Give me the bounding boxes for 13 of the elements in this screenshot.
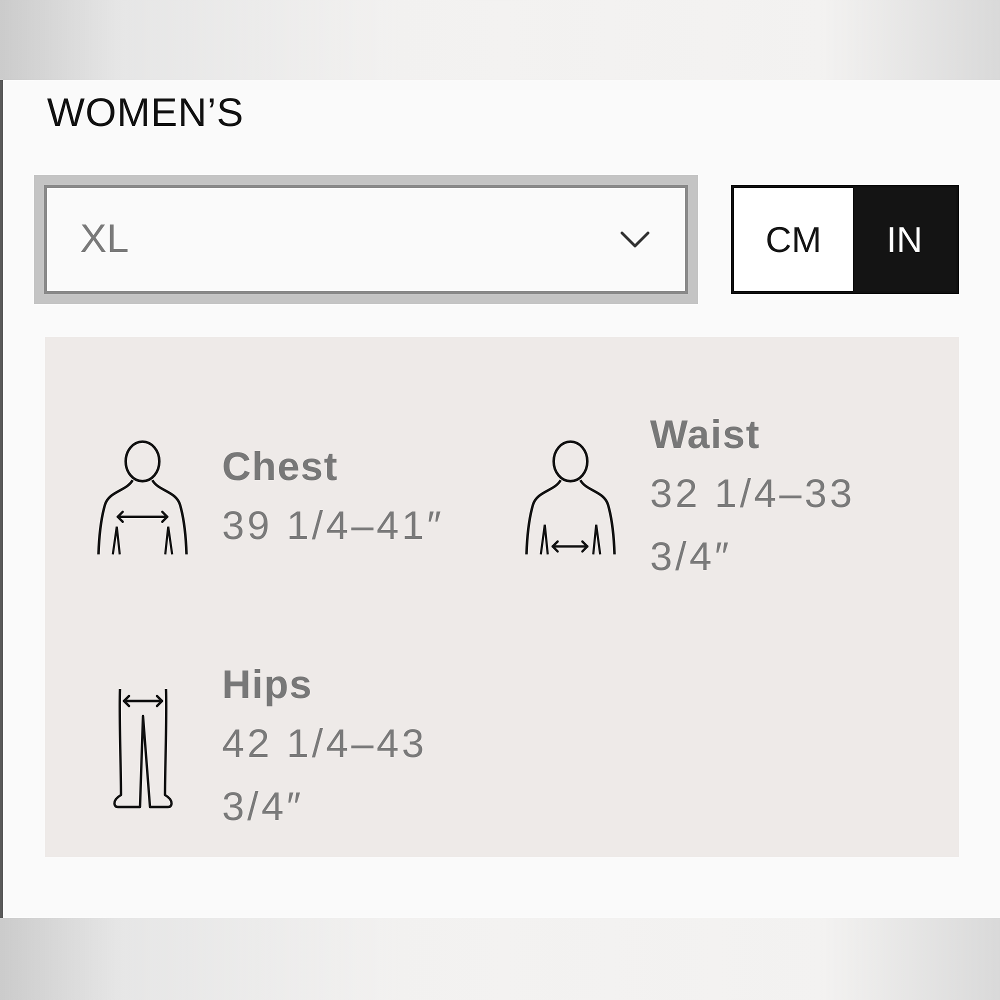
measurement-label: Chest [222,444,338,490]
section-title: WOMEN’S [47,90,244,137]
measurement-label: Hips [222,662,313,709]
chevron-down-icon [620,231,650,248]
measurement-value: 39 1/4–41″ [222,502,446,550]
measurement-value: 42 1/4–43 3/4″ [222,721,428,831]
trousers-measurement-icon [112,687,172,809]
measurement-label: Waist [650,412,760,459]
waist-measurement-icon [525,439,616,557]
chest-measurement-icon [97,439,188,557]
measurement-value: 32 1/4–33 3/4″ [650,471,856,581]
size-select[interactable]: XL [34,175,698,304]
unit-option[interactable]: IN [853,188,956,291]
